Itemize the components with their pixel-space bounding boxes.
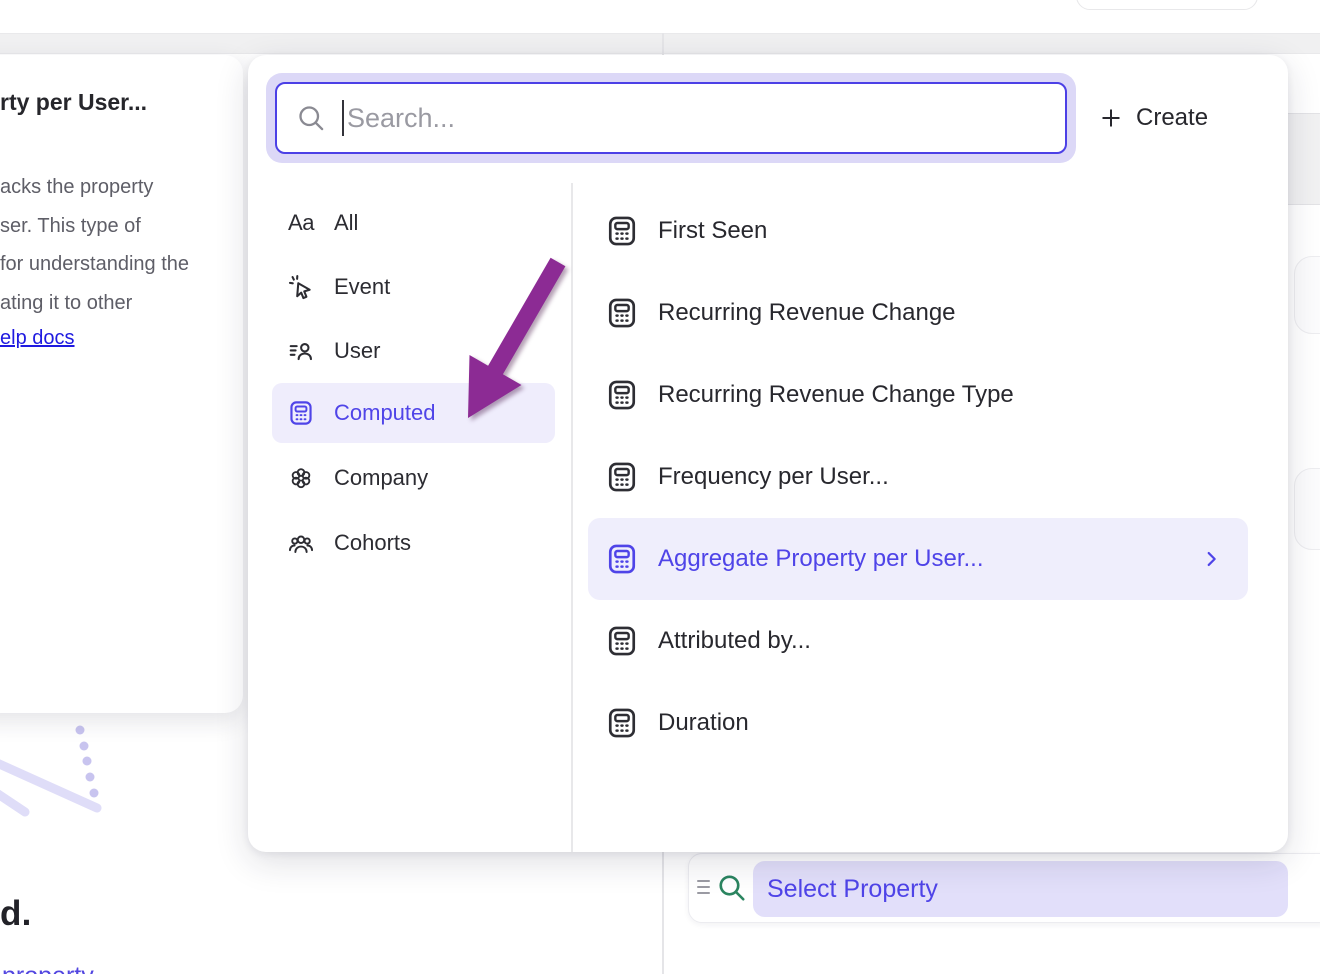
property-item-aggregate-property-per-user[interactable]: Aggregate Property per User...: [588, 518, 1248, 600]
calculator-icon: [606, 625, 638, 657]
help-docs-link[interactable]: elp docs: [0, 327, 75, 350]
property-label: Recurring Revenue Change Type: [658, 381, 1014, 409]
select-property-button[interactable]: Select Property: [753, 861, 1288, 917]
category-all[interactable]: Aa All: [272, 193, 555, 253]
cohorts-icon: [288, 530, 314, 556]
property-item-attributed-by[interactable]: Attributed by...: [588, 600, 1248, 682]
property-label: Aggregate Property per User...: [658, 545, 984, 573]
background-button-remnant: [1076, 0, 1258, 10]
property-item-recurring-revenue-change-type[interactable]: Recurring Revenue Change Type: [588, 354, 1248, 436]
property-tooltip-card: rty per User... acks the property ser. T…: [0, 55, 243, 713]
text-format-icon: Aa: [288, 210, 314, 236]
calculator-icon: [606, 215, 638, 247]
background-clipped-link[interactable]: property: [2, 962, 94, 974]
category-label: Computed: [334, 400, 436, 426]
user-profile-icon: [288, 338, 314, 364]
query-builder-row: Select Property: [688, 853, 1320, 923]
category-label: Cohorts: [334, 530, 411, 556]
search-placeholder: Search...: [347, 103, 455, 134]
tooltip-title: rty per User...: [0, 89, 147, 116]
empty-state-illustration: [0, 700, 140, 840]
annotation-arrow: [440, 245, 600, 445]
tooltip-line: ating it to other: [0, 284, 189, 323]
chevron-right-icon: [1200, 548, 1222, 570]
background-card-edge: [1294, 256, 1320, 334]
property-label: Duration: [658, 709, 749, 737]
plus-icon: [1100, 107, 1122, 129]
cursor-click-icon: [288, 274, 314, 300]
tooltip-body: acks the property ser. This type of for …: [0, 168, 189, 322]
category-label: Event: [334, 274, 390, 300]
tooltip-line: for understanding the: [0, 245, 189, 284]
category-label: Company: [334, 465, 428, 491]
property-item-recurring-revenue-change[interactable]: Recurring Revenue Change: [588, 272, 1248, 354]
create-button[interactable]: Create: [1100, 95, 1208, 141]
calculator-icon: [288, 400, 314, 426]
calculator-icon: [606, 707, 638, 739]
category-cohorts[interactable]: Cohorts: [272, 513, 555, 573]
search-icon: [297, 104, 325, 132]
text-caret: [342, 100, 344, 136]
calculator-icon: [606, 543, 638, 575]
create-button-label: Create: [1136, 104, 1208, 132]
background-toolbar-band: [0, 33, 1320, 54]
search-field-halo: Search...: [266, 73, 1076, 163]
property-label: First Seen: [658, 217, 767, 245]
property-label: Frequency per User...: [658, 463, 889, 491]
calculator-icon: [606, 461, 638, 493]
calculator-icon: [606, 379, 638, 411]
category-label: All: [334, 210, 358, 236]
property-item-frequency-per-user[interactable]: Frequency per User...: [588, 436, 1248, 518]
company-icon: [288, 465, 314, 491]
tooltip-line: acks the property: [0, 168, 189, 207]
property-selector-modal: Search... Create Aa All Event: [248, 55, 1288, 852]
select-property-label: Select Property: [767, 875, 938, 904]
property-search-icon: [717, 873, 747, 903]
calculator-icon: [606, 297, 638, 329]
category-company[interactable]: Company: [272, 448, 555, 508]
property-label: Recurring Revenue Change: [658, 299, 956, 327]
drag-handle-icon[interactable]: [697, 880, 713, 898]
background-heading-fragment: d.: [0, 894, 32, 934]
search-input[interactable]: Search...: [275, 82, 1067, 154]
property-item-duration[interactable]: Duration: [588, 682, 1248, 764]
background-card-edge: [1294, 468, 1320, 550]
tooltip-line: ser. This type of: [0, 207, 189, 246]
property-label: Attributed by...: [658, 627, 811, 655]
category-label: User: [334, 338, 380, 364]
property-item-first-seen[interactable]: First Seen: [588, 190, 1248, 272]
